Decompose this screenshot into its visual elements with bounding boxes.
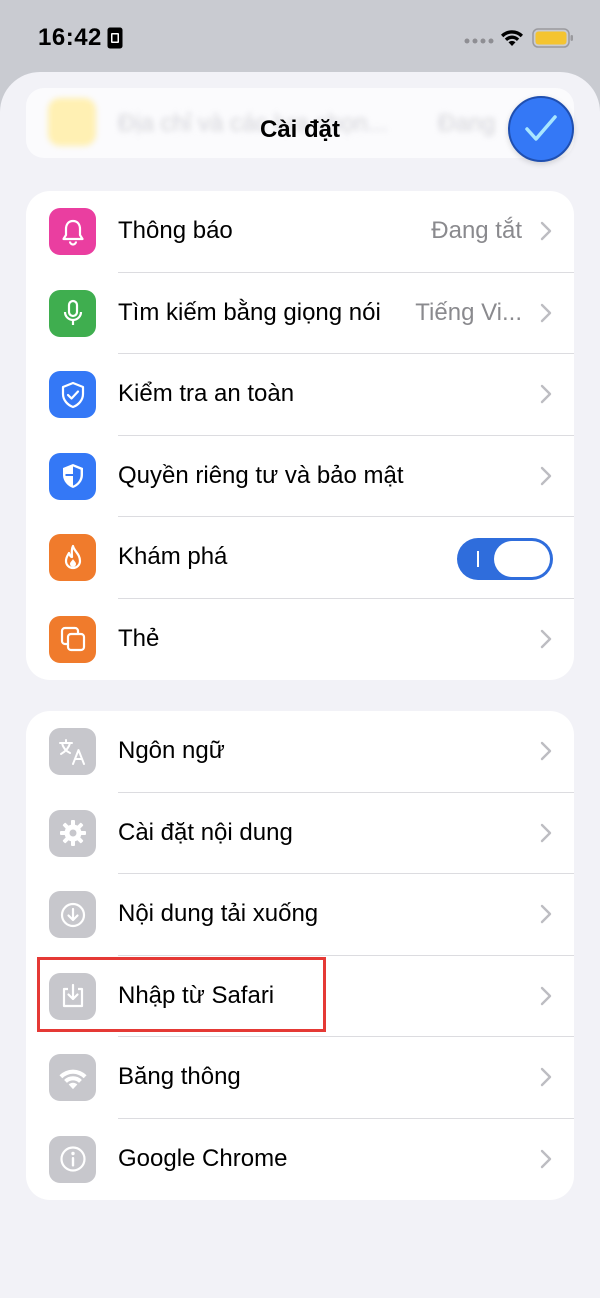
row-label: Quyền riêng tư và bảo mật bbox=[118, 461, 404, 489]
toggle-knob bbox=[494, 541, 550, 577]
wifi-icon bbox=[49, 1054, 96, 1101]
settings-group-general: Thông báo Đang tắt Tìm kiếm bằng giọng n… bbox=[26, 191, 574, 680]
flame-icon bbox=[49, 534, 96, 581]
checkmark-icon bbox=[525, 115, 557, 141]
row-label: Nội dung tải xuống bbox=[118, 900, 319, 927]
settings-row-tabs[interactable]: Thẻ bbox=[26, 599, 574, 681]
chevron-right-icon bbox=[540, 466, 552, 485]
settings-row-import-safari[interactable]: Nhập từ Safari bbox=[26, 956, 574, 1037]
sim-card-icon bbox=[107, 27, 123, 49]
status-time: 16:42 bbox=[38, 24, 102, 51]
row-label: Ngôn ngữ bbox=[118, 737, 225, 764]
download-circle-icon bbox=[49, 891, 96, 938]
row-label: Nhập từ Safari bbox=[118, 981, 275, 1009]
row-label: Thẻ bbox=[118, 624, 160, 652]
gear-icon bbox=[49, 809, 96, 857]
settings-row-discover[interactable]: Khám phá bbox=[26, 517, 574, 599]
chevron-right-icon bbox=[540, 221, 552, 241]
settings-row-content-settings[interactable]: Cài đặt nội dung bbox=[26, 793, 574, 874]
chevron-right-icon bbox=[540, 741, 552, 761]
chevron-right-icon bbox=[540, 986, 552, 1005]
settings-row-safety-check[interactable]: Kiểm tra an toàn bbox=[26, 354, 574, 436]
tabs-icon bbox=[49, 615, 96, 663]
settings-row-privacy-security[interactable]: Quyền riêng tư và bảo mật bbox=[26, 436, 574, 517]
chevron-right-icon bbox=[540, 629, 552, 648]
chevron-right-icon bbox=[540, 303, 552, 322]
chevron-right-icon bbox=[540, 1067, 552, 1087]
row-value: Tiếng Vi... bbox=[415, 298, 522, 326]
translate-icon bbox=[49, 728, 96, 775]
settings-row-languages[interactable]: Ngôn ngữ bbox=[26, 711, 574, 793]
wifi-status-icon bbox=[501, 30, 523, 46]
settings-row-bandwidth[interactable]: Băng thông bbox=[26, 1037, 574, 1119]
discover-toggle[interactable] bbox=[457, 538, 553, 580]
row-label: Kiểm tra an toàn bbox=[118, 380, 295, 407]
chevron-right-icon bbox=[540, 904, 552, 924]
chevron-right-icon bbox=[540, 823, 552, 842]
status-bar: 16:42 bbox=[0, 0, 600, 72]
chevron-right-icon bbox=[540, 384, 552, 404]
settings-row-downloads[interactable]: Nội dung tải xuống bbox=[26, 874, 574, 956]
row-label: Thông báo bbox=[118, 217, 233, 244]
settings-group-advanced: Ngôn ngữ Cài đặt nội dung Nội dung tải x… bbox=[26, 711, 574, 1200]
settings-row-voice-search[interactable]: Tìm kiếm bằng giọng nói Tiếng Vi... bbox=[26, 273, 574, 354]
toggle-on-indicator bbox=[477, 551, 479, 567]
shield-icon bbox=[49, 452, 96, 500]
row-value: Đang tắt bbox=[431, 217, 522, 244]
settings-row-google-chrome[interactable]: Google Chrome bbox=[26, 1119, 574, 1201]
info-icon bbox=[49, 1135, 96, 1183]
row-label: Băng thông bbox=[118, 1063, 241, 1090]
row-label: Khám phá bbox=[118, 543, 228, 570]
shield-check-icon bbox=[49, 371, 96, 418]
settings-row-notifications[interactable]: Thông báo Đang tắt bbox=[26, 191, 574, 273]
battery-icon bbox=[532, 28, 573, 48]
row-label: Tìm kiếm bằng giọng nói bbox=[118, 298, 381, 326]
chevron-right-icon bbox=[540, 1149, 552, 1168]
row-label: Cài đặt nội dung bbox=[118, 818, 293, 846]
done-button[interactable] bbox=[508, 96, 574, 162]
bell-icon bbox=[49, 208, 96, 255]
signal-dots-icon bbox=[464, 38, 494, 44]
import-icon bbox=[49, 972, 96, 1020]
microphone-icon bbox=[49, 289, 96, 337]
row-label: Google Chrome bbox=[118, 1144, 288, 1172]
